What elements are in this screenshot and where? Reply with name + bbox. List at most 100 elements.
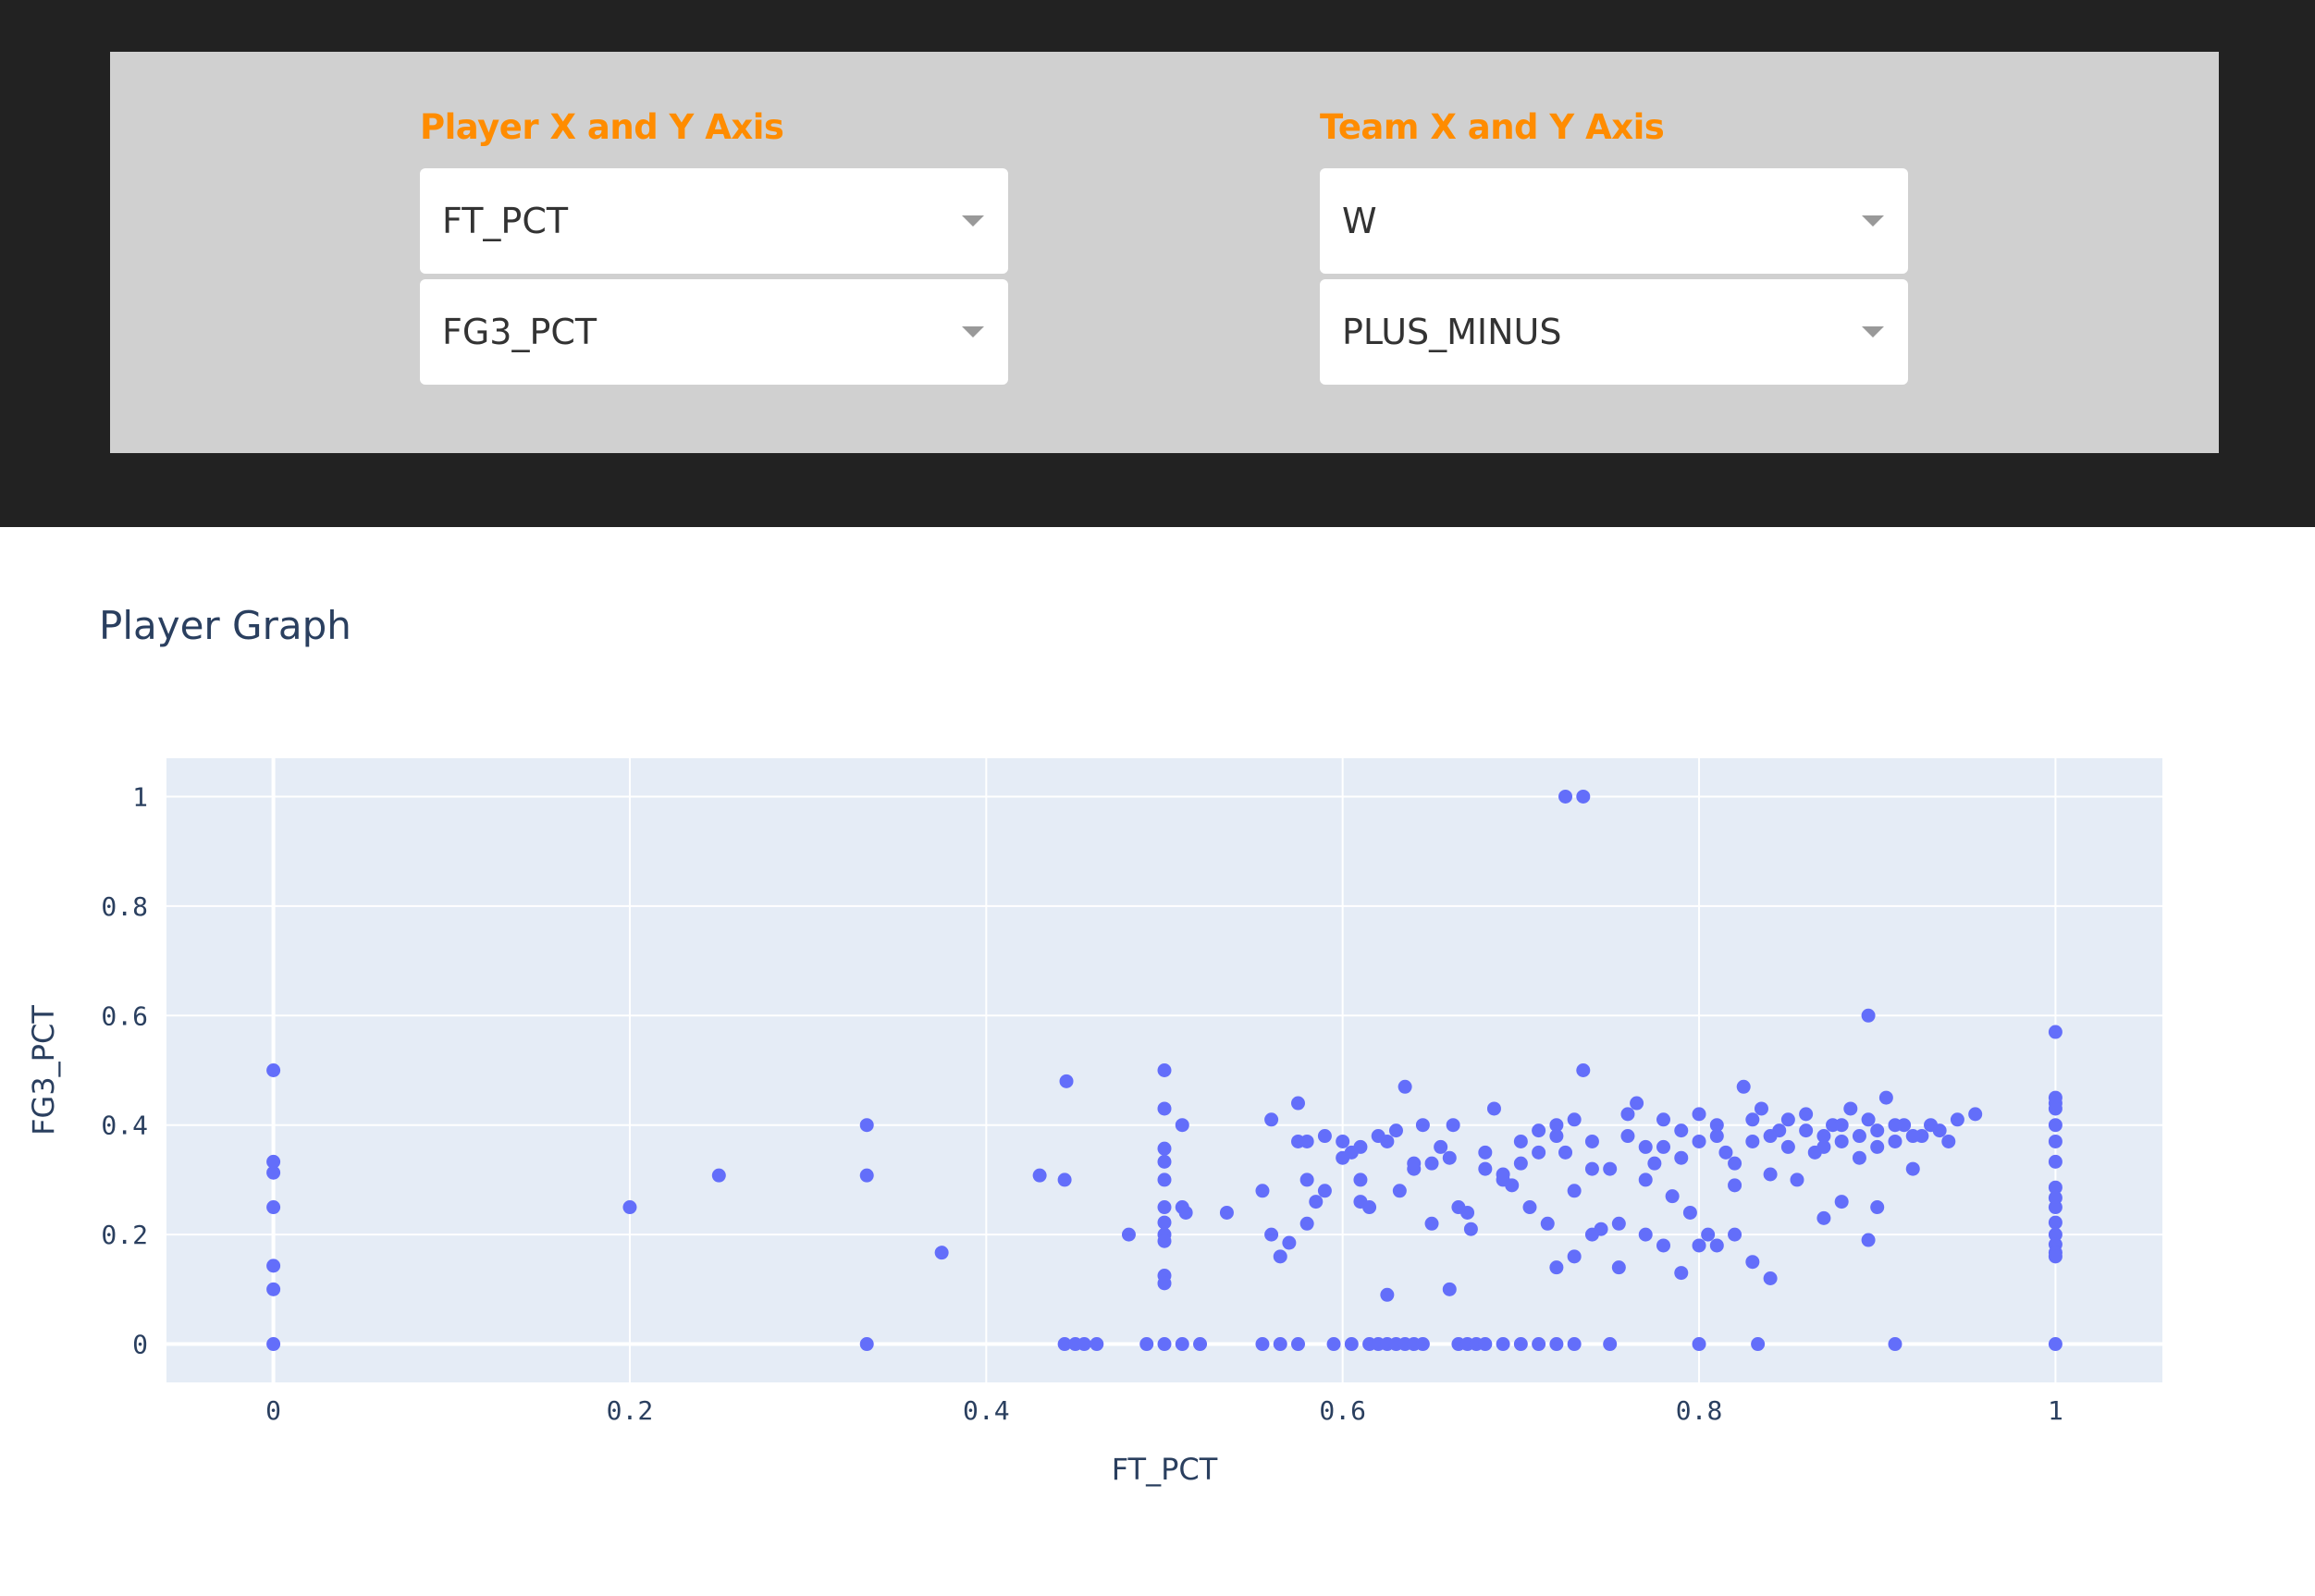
data-point[interactable]	[1799, 1123, 1814, 1138]
data-point[interactable]	[1157, 1215, 1172, 1230]
data-point[interactable]	[1745, 1112, 1760, 1127]
data-point[interactable]	[1870, 1139, 1885, 1154]
data-point[interactable]	[1415, 1118, 1430, 1133]
data-point[interactable]	[1157, 1101, 1172, 1116]
data-point[interactable]	[859, 1168, 874, 1183]
data-point[interactable]	[1692, 1107, 1706, 1122]
data-point[interactable]	[1656, 1139, 1670, 1154]
data-point[interactable]	[1032, 1168, 1047, 1183]
data-point[interactable]	[1513, 1337, 1528, 1352]
data-point[interactable]	[1780, 1112, 1795, 1127]
data-point[interactable]	[1692, 1238, 1706, 1253]
data-point[interactable]	[1463, 1222, 1478, 1236]
data-point[interactable]	[1584, 1227, 1599, 1242]
data-point[interactable]	[1603, 1337, 1618, 1352]
data-point[interactable]	[1175, 1337, 1189, 1352]
data-point[interactable]	[1674, 1266, 1689, 1281]
data-point[interactable]	[1941, 1134, 1956, 1148]
data-point[interactable]	[1326, 1337, 1341, 1352]
data-point[interactable]	[1077, 1337, 1091, 1352]
data-point[interactable]	[2048, 1118, 2063, 1133]
data-point[interactable]	[1656, 1112, 1670, 1127]
data-point[interactable]	[1175, 1118, 1189, 1133]
data-point[interactable]	[1299, 1216, 1314, 1231]
data-point[interactable]	[1309, 1195, 1324, 1209]
data-point[interactable]	[1353, 1139, 1368, 1154]
data-point[interactable]	[1505, 1178, 1520, 1193]
data-point[interactable]	[1905, 1129, 1920, 1144]
data-point[interactable]	[1442, 1282, 1457, 1296]
data-point[interactable]	[934, 1246, 949, 1260]
data-point[interactable]	[1317, 1129, 1332, 1144]
data-point[interactable]	[1549, 1129, 1564, 1144]
data-point[interactable]	[1434, 1139, 1448, 1154]
data-point[interactable]	[1638, 1139, 1653, 1154]
data-point[interactable]	[1478, 1337, 1493, 1352]
data-point[interactable]	[1558, 789, 1573, 804]
data-point[interactable]	[1932, 1123, 1947, 1138]
chevron-down-icon[interactable]	[1862, 326, 1884, 338]
data-point[interactable]	[1745, 1255, 1760, 1270]
data-point[interactable]	[1264, 1227, 1279, 1242]
chevron-down-icon[interactable]	[962, 215, 984, 227]
data-point[interactable]	[1532, 1337, 1546, 1352]
data-point[interactable]	[1157, 1063, 1172, 1077]
data-point[interactable]	[1709, 1238, 1724, 1253]
data-point[interactable]	[1567, 1112, 1582, 1127]
data-point[interactable]	[1878, 1090, 1893, 1105]
data-point[interactable]	[1478, 1161, 1493, 1176]
data-point[interactable]	[1496, 1337, 1510, 1352]
data-point[interactable]	[1611, 1216, 1626, 1231]
data-point[interactable]	[1861, 1233, 1876, 1247]
data-point[interactable]	[1692, 1337, 1706, 1352]
data-point[interactable]	[1888, 1337, 1902, 1352]
data-point[interactable]	[1763, 1129, 1778, 1144]
data-point[interactable]	[1763, 1271, 1778, 1285]
data-point[interactable]	[1745, 1134, 1760, 1148]
data-point[interactable]	[1486, 1101, 1501, 1116]
data-point[interactable]	[1362, 1200, 1377, 1215]
data-point[interactable]	[1674, 1150, 1689, 1165]
data-point[interactable]	[1834, 1134, 1849, 1148]
data-point[interactable]	[2048, 1215, 2063, 1230]
data-point[interactable]	[1603, 1161, 1618, 1176]
data-point[interactable]	[266, 1200, 281, 1215]
data-point[interactable]	[1415, 1337, 1430, 1352]
player-scatter-chart[interactable]: 0 0.2 0.4 0.6 0.8 1 0 0.2 0.4 0.6 0.8 1 FT_PCT FG3_…	[0, 721, 2315, 1553]
data-point[interactable]	[711, 1168, 726, 1183]
data-point[interactable]	[1273, 1249, 1287, 1264]
data-point[interactable]	[1299, 1134, 1314, 1148]
data-point[interactable]	[1442, 1150, 1457, 1165]
data-point[interactable]	[859, 1118, 874, 1133]
data-point[interactable]	[1388, 1123, 1403, 1138]
data-point[interactable]	[1968, 1107, 1983, 1122]
data-point[interactable]	[1834, 1118, 1849, 1133]
data-point[interactable]	[2048, 1200, 2063, 1215]
data-point[interactable]	[1843, 1101, 1858, 1116]
data-point[interactable]	[1620, 1107, 1635, 1122]
data-point[interactable]	[1665, 1189, 1680, 1204]
data-point[interactable]	[1736, 1079, 1751, 1094]
data-point[interactable]	[1692, 1134, 1706, 1148]
data-point[interactable]	[1513, 1134, 1528, 1148]
data-point[interactable]	[1584, 1161, 1599, 1176]
data-point[interactable]	[1291, 1096, 1306, 1111]
data-point[interactable]	[1157, 1200, 1172, 1215]
data-point[interactable]	[266, 1258, 281, 1273]
data-point[interactable]	[1950, 1112, 1964, 1127]
data-point[interactable]	[1380, 1134, 1395, 1148]
data-point[interactable]	[1638, 1227, 1653, 1242]
data-point[interactable]	[1576, 789, 1591, 804]
data-point[interactable]	[2048, 1337, 2063, 1352]
data-point[interactable]	[1638, 1172, 1653, 1187]
data-point[interactable]	[1674, 1123, 1689, 1138]
data-point[interactable]	[1157, 1337, 1172, 1352]
data-point[interactable]	[1336, 1134, 1350, 1148]
data-point[interactable]	[1780, 1139, 1795, 1154]
data-point[interactable]	[2048, 1101, 2063, 1116]
data-point[interactable]	[1157, 1154, 1172, 1169]
data-point[interactable]	[1567, 1249, 1582, 1264]
data-point[interactable]	[1273, 1337, 1287, 1352]
data-point[interactable]	[1157, 1234, 1172, 1248]
data-point[interactable]	[1682, 1205, 1697, 1220]
